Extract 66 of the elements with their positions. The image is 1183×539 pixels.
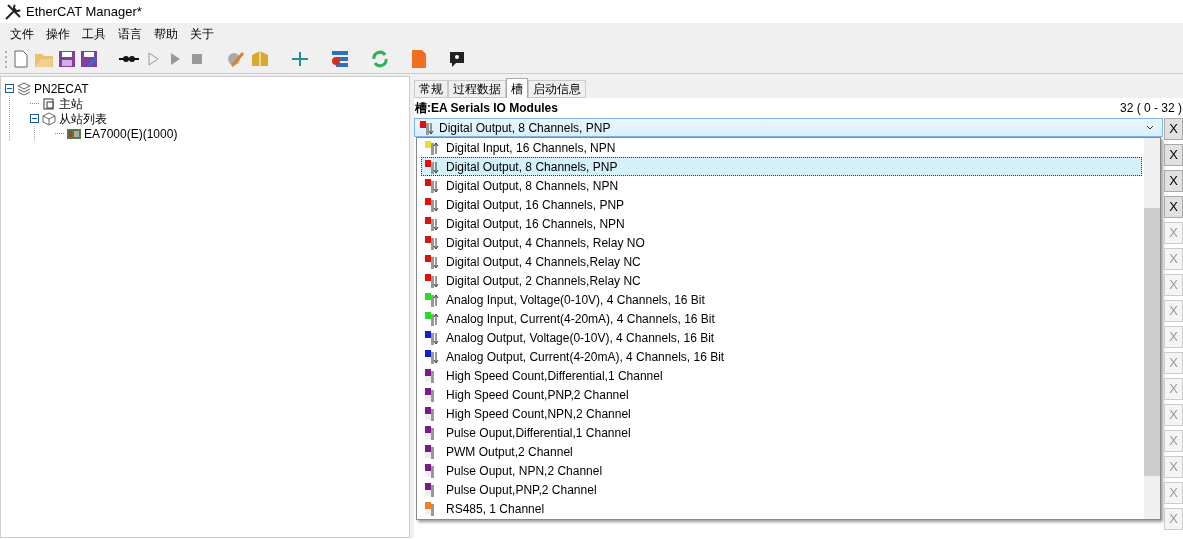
master-icon bbox=[41, 95, 57, 112]
tools-icon bbox=[4, 2, 22, 21]
menu-item[interactable]: 文件 bbox=[4, 25, 40, 43]
list-item[interactable]: Analog Output, Voltage(0-10V), 4 Channels, 16 Bit bbox=[421, 328, 1142, 347]
list-item[interactable]: Digital Output, 8 Channels, NPN bbox=[421, 176, 1142, 195]
list-item[interactable]: High Speed Count,Differential,1 Channel bbox=[421, 366, 1142, 385]
module-icon bbox=[424, 196, 440, 213]
slot-count: 32 ( 0 - 32 ) bbox=[1119, 100, 1182, 117]
list-item[interactable]: Analog Input, Voltage(0-10V), 4 Channels, 16 Bit bbox=[421, 290, 1142, 309]
list-item[interactable]: Pulse Ouput,PNP,2 Channel bbox=[421, 480, 1142, 499]
new-file-icon[interactable] bbox=[12, 50, 30, 68]
remove-button[interactable]: X bbox=[1164, 118, 1183, 140]
list-item[interactable]: Digital Output, 16 Channels, PNP bbox=[421, 195, 1142, 214]
list-item[interactable]: Pulse Ouput, NPN,2 Channel bbox=[421, 461, 1142, 480]
toolbar-grip-icon bbox=[4, 49, 8, 69]
menu-item[interactable]: 关于 bbox=[184, 25, 220, 43]
module-icon bbox=[424, 348, 440, 365]
list-item[interactable]: RS485, 1 Channel bbox=[421, 499, 1142, 518]
collapse-icon[interactable] bbox=[5, 84, 14, 93]
module-combo-box[interactable]: Digital Output, 8 Channels, PNP bbox=[414, 118, 1163, 137]
remove-button[interactable]: X bbox=[1164, 170, 1183, 192]
collapse-icon[interactable] bbox=[30, 114, 39, 123]
list-icon[interactable] bbox=[330, 49, 350, 69]
tab[interactable]: 槽 bbox=[506, 78, 528, 98]
module-icon bbox=[424, 310, 440, 327]
list-item[interactable]: High Speed Count,PNP,2 Channel bbox=[421, 385, 1142, 404]
list-item[interactable]: Digital Output, 2 Channels,Relay NC bbox=[421, 271, 1142, 290]
slot-title: 槽:EA Serials IO Modules bbox=[414, 100, 558, 117]
module-icon bbox=[424, 177, 440, 194]
module-icon bbox=[424, 234, 440, 251]
save-icon[interactable] bbox=[58, 50, 76, 68]
list-item[interactable]: Digital Output, 4 Channels,Relay NC bbox=[421, 252, 1142, 271]
module-icon bbox=[424, 272, 440, 289]
tab[interactable]: 常规 bbox=[414, 80, 448, 98]
list-item[interactable]: Digital Output, 4 Channels, Relay NO bbox=[421, 233, 1142, 252]
list-item[interactable]: PWM Output,2 Channel bbox=[421, 442, 1142, 461]
scrollbar-thumb[interactable] bbox=[1144, 208, 1160, 476]
list-item[interactable]: Digital Input, 16 Channels, NPN bbox=[421, 138, 1142, 157]
menu-item[interactable]: 操作 bbox=[40, 25, 76, 43]
module-icon bbox=[424, 158, 440, 175]
list-item[interactable]: Digital Output, 16 Channels, NPN bbox=[421, 214, 1142, 233]
list-item[interactable]: Analog Output, Current(4-20mA), 4 Channels, 16 Bit bbox=[421, 347, 1142, 366]
tab[interactable]: 启动信息 bbox=[528, 80, 586, 98]
module-icon bbox=[424, 253, 440, 270]
tab[interactable]: 过程数据 bbox=[448, 80, 506, 98]
remove-button[interactable]: X bbox=[1164, 196, 1183, 218]
box-icon[interactable] bbox=[250, 49, 270, 69]
document-icon[interactable] bbox=[410, 49, 428, 69]
remove-button[interactable]: X bbox=[1164, 144, 1183, 166]
module-icon bbox=[424, 215, 440, 232]
list-item[interactable]: Analog Input, Current(4-20mA), 4 Channels, 16 Bit bbox=[421, 309, 1142, 328]
menu-item[interactable]: 工具 bbox=[76, 25, 112, 43]
menu-item[interactable]: 语言 bbox=[112, 25, 148, 43]
dropdown-caret-icon[interactable] bbox=[1146, 124, 1154, 131]
refresh-icon[interactable] bbox=[370, 49, 390, 69]
list-item[interactable]: Digital Output, 8 Channels, PNP bbox=[421, 157, 1142, 176]
menu-item[interactable]: 帮助 bbox=[148, 25, 184, 43]
window-title: EtherCAT Manager* bbox=[26, 2, 142, 21]
save-as-icon[interactable] bbox=[80, 50, 98, 68]
list-item[interactable]: High Speed Count,NPN,2 Channel bbox=[421, 404, 1142, 423]
module-icon bbox=[424, 329, 440, 346]
module-icon bbox=[419, 119, 435, 136]
list-item[interactable]: Pulse Ouput,Differential,1 Channel bbox=[421, 423, 1142, 442]
module-icon bbox=[424, 291, 440, 308]
scrollbar[interactable] bbox=[1144, 138, 1160, 519]
module-icon bbox=[424, 139, 440, 156]
